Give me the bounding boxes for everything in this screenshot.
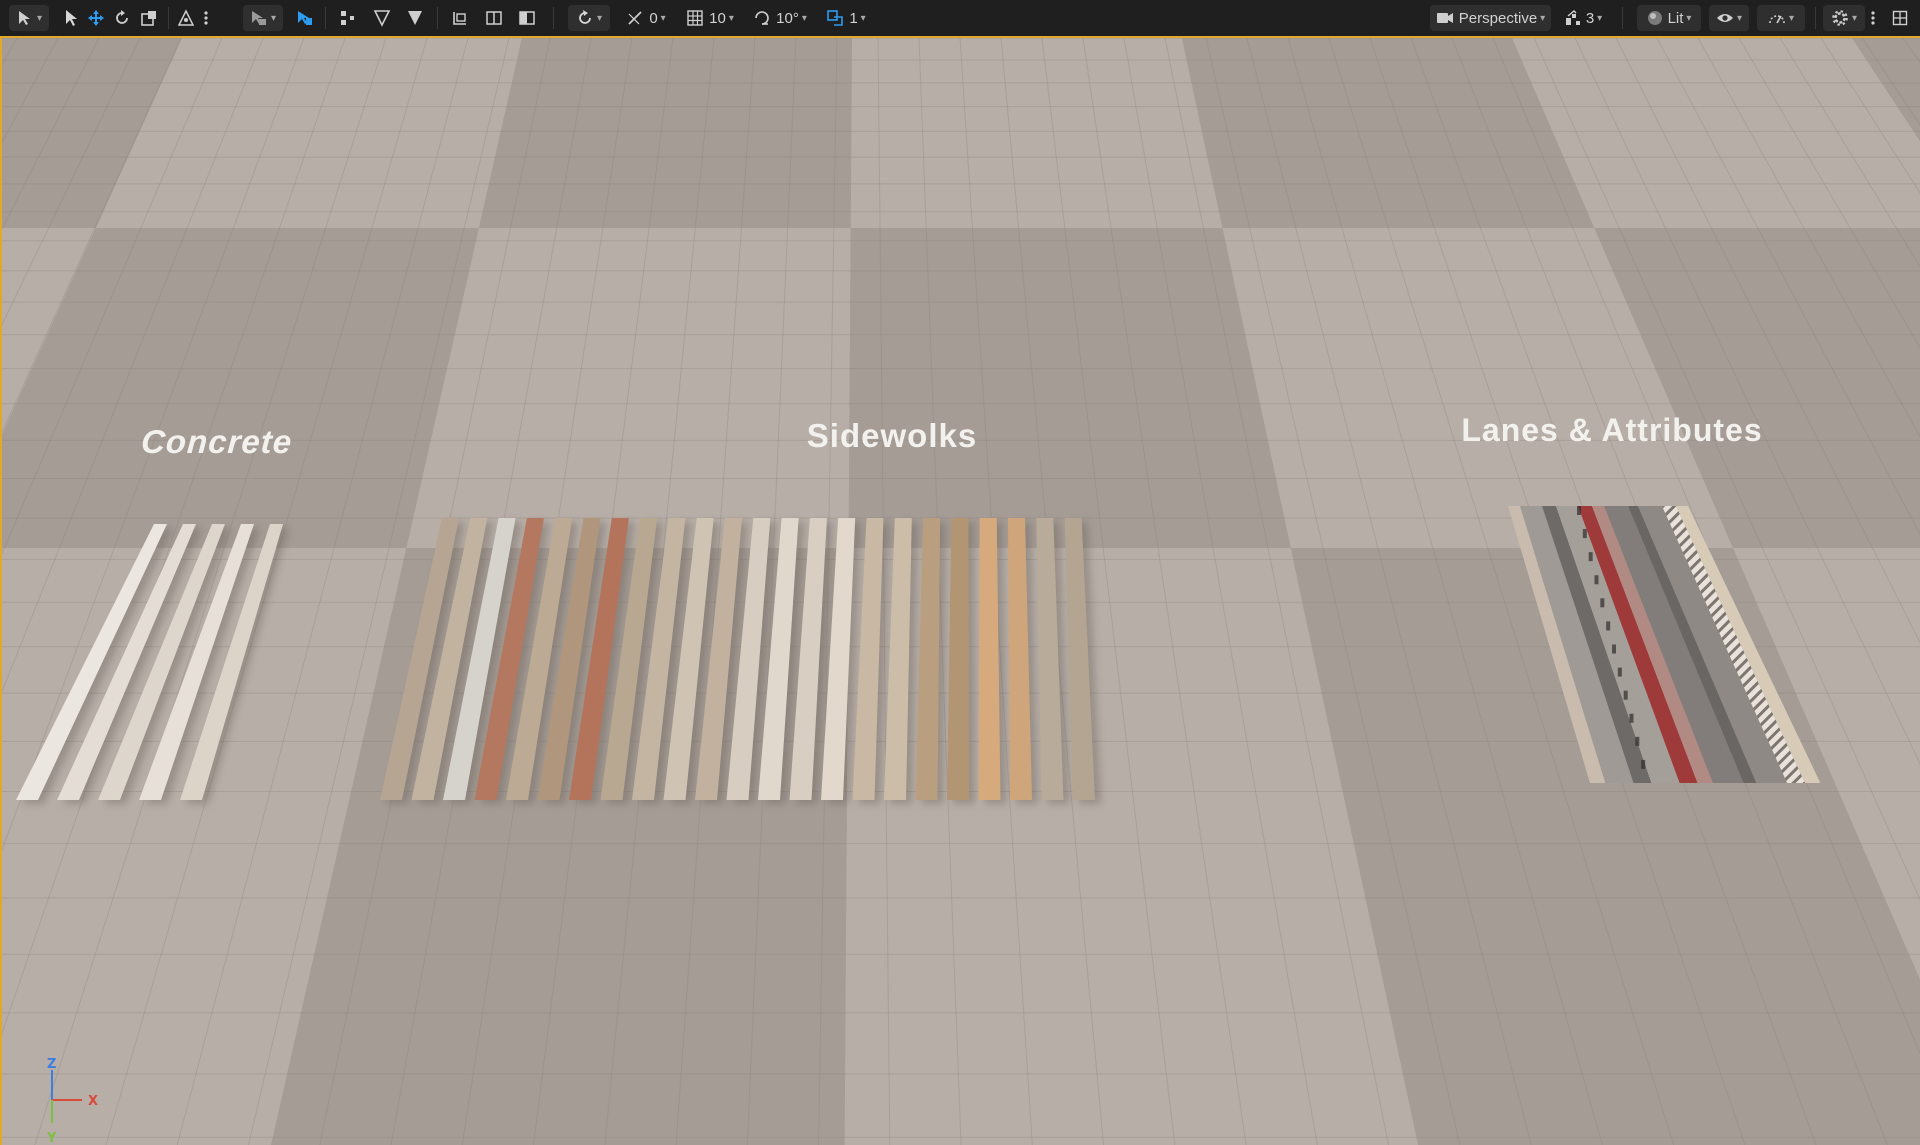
move-icon <box>88 10 104 26</box>
viewport-layout-button[interactable] <box>1886 5 1914 31</box>
camera-speed-value: 1 <box>849 9 858 27</box>
realtime-icon <box>579 10 591 24</box>
eye-icon <box>1716 14 1733 22</box>
surface-snap-button[interactable] <box>449 5 471 31</box>
rotate-icon <box>116 10 128 24</box>
actor-snap-icon <box>298 11 312 25</box>
gizmo-z-label: Z <box>47 1057 56 1072</box>
toolbar-separator <box>325 7 326 29</box>
chevron-down-icon: ▾ <box>1736 12 1743 24</box>
triangle-outline-icon <box>373 10 391 27</box>
grid-snap-toggle[interactable]: 10 ▾ <box>681 5 739 31</box>
lanes-attributes-group-label: Lanes & Attributes <box>1461 412 1762 448</box>
chevron-down-icon: ▾ <box>1686 12 1692 24</box>
triangle-outline-button[interactable] <box>371 5 393 31</box>
half-fill-button[interactable] <box>516 5 538 31</box>
toolbar-separator <box>1815 7 1816 29</box>
view-mode-label: Perspective <box>1458 9 1538 27</box>
half-fill-icon <box>519 11 535 25</box>
sidewalks-group-label: Sidewolks <box>807 417 977 454</box>
realtime-dropdown[interactable]: ▾ <box>568 5 610 31</box>
rotation-snap-icon <box>755 11 769 25</box>
toolbar-separator <box>1622 7 1623 29</box>
camera-speed-icon <box>827 10 844 26</box>
chevron-down-icon: ▾ <box>36 12 43 24</box>
transform-origin-button[interactable] <box>175 5 197 31</box>
surface-snap-icon <box>453 12 466 25</box>
lighting-mode-label: Lit <box>1667 9 1684 27</box>
scene-canvas[interactable]: Concrete Sidewolks Lanes & Attributes Z … <box>2 38 1920 1145</box>
angle-snap-icon <box>628 11 642 25</box>
level-viewport[interactable]: Concrete Sidewolks Lanes & Attributes Z … <box>0 36 1920 1145</box>
vertex-icon <box>341 11 354 25</box>
show-flags-dropdown[interactable]: ▾ <box>1709 5 1749 31</box>
lighting-mode-dropdown[interactable]: Lit ▾ <box>1637 5 1701 31</box>
triangle-filled-button[interactable] <box>404 5 426 31</box>
translate-snap-toggle[interactable]: 0 ▾ <box>620 5 672 31</box>
toolbar-separator <box>553 7 554 29</box>
scalability-icon <box>1565 10 1580 25</box>
chevron-down-icon: ▾ <box>1851 12 1858 24</box>
grid-snap-value: 10 <box>709 9 726 27</box>
performance-icon <box>1769 15 1785 24</box>
more-options-button[interactable] <box>200 5 212 31</box>
gizmo-x-label: X <box>88 1094 98 1109</box>
kebab-menu-icon <box>1871 11 1875 25</box>
transform-origin-icon <box>177 9 195 26</box>
toolbar-separator <box>168 7 169 29</box>
chevron-down-icon: ▾ <box>1788 12 1795 24</box>
actor-snap-button[interactable] <box>294 5 316 31</box>
toolbar-separator <box>437 7 438 29</box>
chevron-down-icon: ▾ <box>1597 12 1603 24</box>
viewport-toolbar: ▾ ▾ ▾ 0 ▾ 10 ▾ 10° ▾ 1 ▾ Perspective ▾ 3… <box>0 0 1920 37</box>
select-mode-icon <box>18 11 30 25</box>
move-button[interactable] <box>85 5 107 31</box>
vertex-button[interactable] <box>337 5 359 31</box>
view-mode-dropdown[interactable]: Perspective ▾ <box>1430 5 1551 31</box>
chevron-down-icon: ▾ <box>270 12 277 24</box>
more-options-icon <box>204 11 208 25</box>
split-view-button[interactable] <box>483 5 505 31</box>
viewport-menu-button[interactable] <box>1867 5 1879 31</box>
translate-snap-value: 0 <box>649 9 658 27</box>
select-button[interactable] <box>60 5 82 31</box>
chevron-down-icon: ▾ <box>596 12 603 24</box>
chevron-down-icon: ▾ <box>1540 12 1546 24</box>
concrete-group-label: Concrete <box>140 424 294 461</box>
rotation-snap-toggle[interactable]: 10° ▾ <box>748 5 812 31</box>
chevron-down-icon: ▾ <box>860 12 866 24</box>
settings-gear-icon <box>1832 10 1848 26</box>
select-arrow-icon <box>66 10 77 26</box>
split-view-icon <box>486 11 502 25</box>
layout-icon <box>1892 10 1908 26</box>
select-tool-icon <box>251 11 266 25</box>
triangle-filled-icon <box>408 11 422 25</box>
grid-icon <box>687 10 703 26</box>
chevron-down-icon: ▾ <box>801 12 807 24</box>
scale-button[interactable] <box>138 5 160 31</box>
scalability-value: 3 <box>1585 9 1595 27</box>
scale-icon <box>141 11 156 26</box>
select-tool-dropdown[interactable]: ▾ <box>243 5 283 31</box>
camera-icon <box>1436 13 1453 23</box>
rotation-snap-value: 10° <box>776 9 799 27</box>
rotate-button[interactable] <box>111 5 133 31</box>
camera-speed-toggle[interactable]: 1 ▾ <box>822 5 870 31</box>
scalability-dropdown[interactable]: 3 ▾ <box>1561 5 1605 31</box>
gizmo-y-label: Y <box>46 1131 57 1145</box>
performance-dropdown[interactable]: ▾ <box>1757 5 1805 31</box>
select-mode-dropdown[interactable]: ▾ <box>9 5 49 31</box>
chevron-down-icon: ▾ <box>728 12 734 24</box>
chevron-down-icon: ▾ <box>660 12 666 24</box>
lit-sphere-icon <box>1647 11 1662 25</box>
settings-dropdown[interactable]: ▾ <box>1823 5 1865 31</box>
